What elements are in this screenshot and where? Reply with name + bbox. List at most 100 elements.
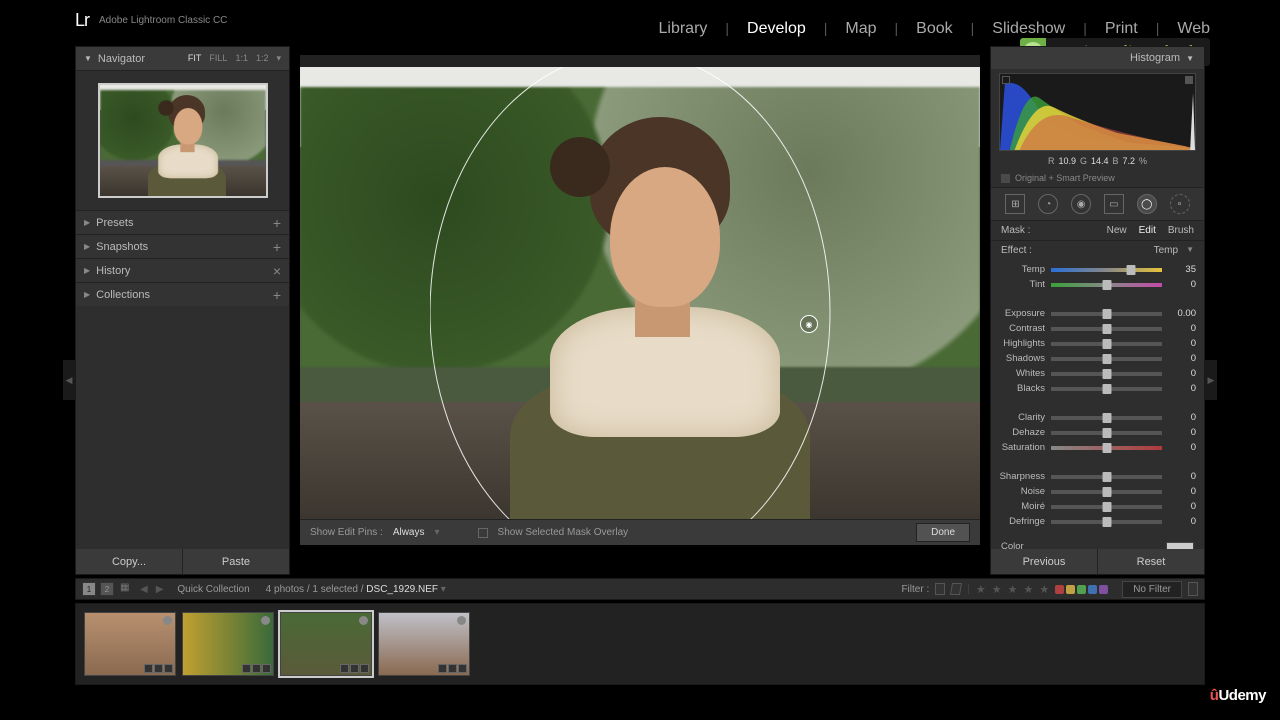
mask-edit[interactable]: Edit	[1139, 225, 1156, 236]
left-panel-toggle[interactable]: ◀	[63, 360, 75, 400]
nav-zoom-fit[interactable]: FIT	[188, 53, 202, 64]
edit-pins-value[interactable]: Always	[393, 527, 425, 538]
nav-zoom-1:1[interactable]: 1:1	[235, 53, 248, 64]
filmstrip[interactable]	[75, 603, 1205, 685]
panel-history[interactable]: ▶History×	[76, 258, 289, 282]
slider-thumb[interactable]	[1102, 487, 1111, 497]
nav-zoom-more[interactable]: ▾	[276, 53, 281, 64]
paste-button[interactable]: Paste	[183, 549, 289, 574]
redeye-tool-icon[interactable]: ◉	[1071, 194, 1091, 214]
radial-tool-icon[interactable]: ◯	[1137, 194, 1157, 214]
crop-tool-icon[interactable]: ⊞	[1005, 194, 1025, 214]
close-icon[interactable]: ×	[273, 263, 281, 279]
previous-button[interactable]: Previous	[991, 549, 1098, 574]
slider-sharpness[interactable]: Sharpness0	[999, 469, 1196, 484]
navigator-header[interactable]: ▼ Navigator FITFILL1:11:2▾	[76, 47, 289, 71]
radial-filter-pin[interactable]: ◉	[800, 315, 818, 333]
slider-exposure[interactable]: Exposure0.00	[999, 306, 1196, 321]
spot-tool-icon[interactable]: ◔	[1038, 194, 1058, 214]
module-map[interactable]: Map	[845, 20, 876, 38]
slider-thumb[interactable]	[1102, 517, 1111, 527]
slider-thumb[interactable]	[1102, 472, 1111, 482]
histogram-header[interactable]: Histogram ▼	[991, 47, 1204, 69]
slider-thumb[interactable]	[1102, 369, 1111, 379]
slider-defringe[interactable]: Defringe0	[999, 514, 1196, 529]
slider-thumb[interactable]	[1102, 309, 1111, 319]
collection-name[interactable]: Quick Collection	[177, 584, 249, 595]
effect-bar[interactable]: Effect : Temp ▼	[991, 241, 1204, 260]
view-primary[interactable]: 1	[82, 582, 96, 596]
shadow-clip-icon[interactable]	[1002, 76, 1010, 84]
color-label-filter[interactable]	[1066, 585, 1075, 594]
nav-zoom-1:2[interactable]: 1:2	[256, 53, 269, 64]
panel-presets[interactable]: ▶Presets+	[76, 210, 289, 234]
filmstrip-thumb[interactable]	[378, 612, 470, 676]
filmstrip-thumb[interactable]	[182, 612, 274, 676]
nav-zoom-fill[interactable]: FILL	[209, 53, 227, 64]
color-label-filter[interactable]	[1099, 585, 1108, 594]
slider-thumb[interactable]	[1102, 339, 1111, 349]
right-panel-toggle[interactable]: ▶	[1205, 360, 1217, 400]
star-icon[interactable]: ★	[1039, 583, 1049, 596]
filmstrip-thumb-selected[interactable]	[280, 612, 372, 676]
module-develop[interactable]: Develop	[747, 20, 806, 38]
view-secondary[interactable]: 2	[100, 582, 114, 596]
copy-button[interactable]: Copy...	[76, 549, 183, 574]
slider-temp[interactable]: Temp35	[999, 262, 1196, 277]
slider-dehaze[interactable]: Dehaze0	[999, 425, 1196, 440]
slider-thumb[interactable]	[1102, 384, 1111, 394]
slider-tint[interactable]: Tint0	[999, 277, 1196, 292]
navigator-preview[interactable]	[76, 71, 289, 210]
plus-icon[interactable]: +	[273, 215, 281, 231]
slider-saturation[interactable]: Saturation0	[999, 440, 1196, 455]
module-print[interactable]: Print	[1105, 20, 1138, 38]
mask-new[interactable]: New	[1107, 225, 1127, 236]
color-label-filter[interactable]	[1088, 585, 1097, 594]
mask-brush[interactable]: Brush	[1168, 225, 1194, 236]
slider-thumb[interactable]	[1102, 428, 1111, 438]
slider-moiré[interactable]: Moiré0	[999, 499, 1196, 514]
slider-thumb[interactable]	[1102, 443, 1111, 453]
flag-reject-icon[interactable]	[950, 583, 962, 595]
mask-overlay-checkbox[interactable]	[478, 528, 488, 538]
slider-highlights[interactable]: Highlights0	[999, 336, 1196, 351]
slider-contrast[interactable]: Contrast0	[999, 321, 1196, 336]
star-icon[interactable]: ★	[1008, 583, 1018, 596]
star-icon[interactable]: ★	[1023, 583, 1033, 596]
slider-noise[interactable]: Noise0	[999, 484, 1196, 499]
slider-thumb[interactable]	[1102, 502, 1111, 512]
prev-photo-icon[interactable]: ◀	[140, 584, 148, 595]
star-icon[interactable]: ★	[992, 583, 1002, 596]
slider-thumb[interactable]	[1126, 265, 1135, 275]
grid-view-icon[interactable]: ▦	[120, 582, 134, 596]
color-label-filter[interactable]	[1055, 585, 1064, 594]
slider-thumb[interactable]	[1102, 413, 1111, 423]
slider-shadows[interactable]: Shadows0	[999, 351, 1196, 366]
plus-icon[interactable]: +	[273, 287, 281, 303]
filmstrip-thumb[interactable]	[84, 612, 176, 676]
module-library[interactable]: Library	[659, 20, 708, 38]
filter-lock-icon[interactable]	[1188, 582, 1198, 596]
radial-filter-overlay[interactable]	[430, 67, 940, 522]
panel-snapshots[interactable]: ▶Snapshots+	[76, 234, 289, 258]
filter-preset[interactable]: No Filter	[1122, 581, 1182, 598]
flag-pick-icon[interactable]	[935, 583, 945, 595]
highlight-clip-icon[interactable]	[1185, 76, 1193, 84]
main-image[interactable]: ◉	[300, 67, 980, 522]
done-button[interactable]: Done	[916, 523, 970, 542]
next-photo-icon[interactable]: ▶	[156, 584, 164, 595]
module-web[interactable]: Web	[1177, 20, 1210, 38]
histogram-chart[interactable]	[999, 73, 1196, 151]
slider-blacks[interactable]: Blacks0	[999, 381, 1196, 396]
module-slideshow[interactable]: Slideshow	[992, 20, 1065, 38]
slider-whites[interactable]: Whites0	[999, 366, 1196, 381]
slider-thumb[interactable]	[1102, 354, 1111, 364]
slider-thumb[interactable]	[1102, 324, 1111, 334]
brush-tool-icon[interactable]: ∘	[1170, 194, 1190, 214]
star-icon[interactable]: ★	[976, 583, 986, 596]
plus-icon[interactable]: +	[273, 239, 281, 255]
panel-collections[interactable]: ▶Collections+	[76, 282, 289, 306]
slider-thumb[interactable]	[1102, 280, 1111, 290]
gradient-tool-icon[interactable]: ▭	[1104, 194, 1124, 214]
slider-clarity[interactable]: Clarity0	[999, 410, 1196, 425]
